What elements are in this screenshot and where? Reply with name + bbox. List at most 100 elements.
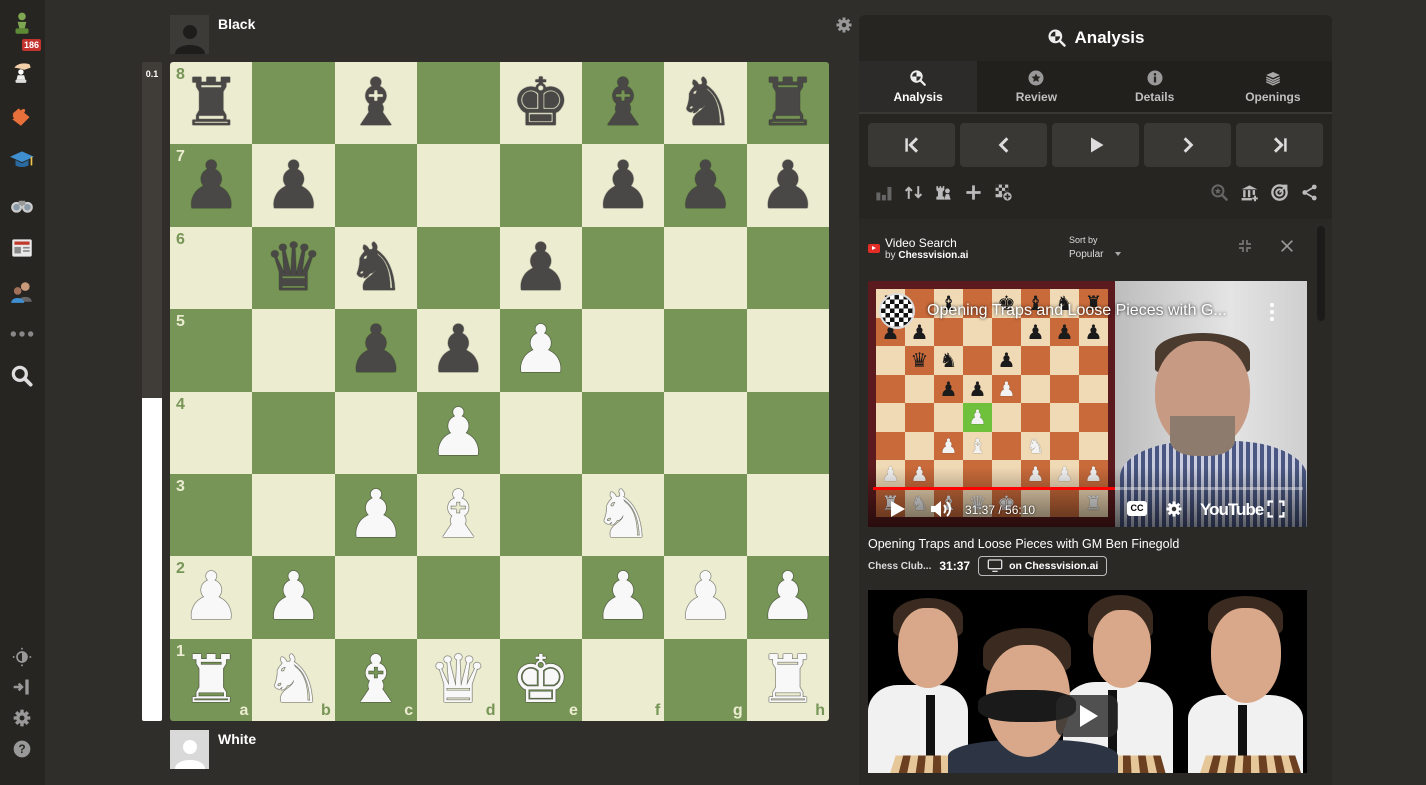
white-bishop[interactable]: ♝ xyxy=(429,482,488,548)
explore-button[interactable] xyxy=(1209,182,1229,202)
white-pawn[interactable]: ♟ xyxy=(676,564,735,630)
player-name-white[interactable]: White xyxy=(218,731,256,747)
open-on-chessvision-button[interactable]: on Chessvision.ai xyxy=(978,556,1108,576)
square-a7[interactable]: 7 ♟ xyxy=(170,144,253,227)
square-f8[interactable]: ♝ xyxy=(581,62,665,145)
black-pawn[interactable]: ♟ xyxy=(758,152,817,219)
minimize-icon[interactable] xyxy=(1237,238,1253,254)
square-b7[interactable]: ♟ xyxy=(252,144,335,227)
flip-board-button[interactable] xyxy=(903,182,923,202)
fullscreen-icon[interactable] xyxy=(1267,500,1285,518)
square-g2[interactable]: ♟ xyxy=(664,556,747,639)
tab-review[interactable]: Review xyxy=(977,61,1096,112)
more-vertical-icon[interactable] xyxy=(1268,302,1276,322)
nav-social[interactable] xyxy=(6,276,38,308)
volume-icon[interactable] xyxy=(930,500,952,518)
white-pawn[interactable]: ♟ xyxy=(511,317,570,383)
black-pawn[interactable]: ♟ xyxy=(182,152,241,219)
video-player[interactable]: ♜♝♚♝♞♜♟♟♟♟♟♛♞♟♟♟♟♟♟♝♞♟♟♟♟♟♜♞♝♛♚♜ Opening… xyxy=(868,281,1307,527)
nav-search[interactable] xyxy=(6,360,38,392)
square-g5[interactable] xyxy=(664,309,747,392)
square-a2[interactable]: 2 ♟ xyxy=(170,556,253,639)
square-d2[interactable] xyxy=(417,556,500,639)
black-pawn[interactable]: ♟ xyxy=(429,317,488,383)
white-pawn[interactable]: ♟ xyxy=(346,482,405,548)
square-h3[interactable] xyxy=(746,473,829,557)
square-e2[interactable] xyxy=(499,556,582,639)
white-pawn[interactable]: ♟ xyxy=(593,564,652,630)
black-knight[interactable]: ♞ xyxy=(346,234,405,301)
last-move-button[interactable] xyxy=(1236,123,1323,167)
square-a4[interactable]: 4 xyxy=(170,391,253,474)
square-c4[interactable] xyxy=(334,391,418,474)
chevron-down-icon[interactable] xyxy=(1115,252,1121,256)
white-knight[interactable]: ♞ xyxy=(593,482,652,548)
play-button[interactable] xyxy=(1052,123,1139,167)
square-b6[interactable]: ♛ xyxy=(252,226,335,310)
square-e1[interactable]: e ♚ xyxy=(499,638,582,721)
square-b3[interactable] xyxy=(252,473,335,557)
white-rook[interactable]: ♜ xyxy=(758,646,817,713)
graph-button[interactable] xyxy=(873,182,893,202)
player-name-black[interactable]: Black xyxy=(218,16,255,32)
share-button[interactable] xyxy=(1299,182,1319,202)
square-h7[interactable]: ♟ xyxy=(746,144,829,227)
white-bishop[interactable]: ♝ xyxy=(346,646,405,713)
square-e5[interactable]: ♟ xyxy=(499,309,582,392)
avatar-white[interactable] xyxy=(170,730,209,769)
square-e6[interactable]: ♟ xyxy=(499,226,582,310)
square-b8[interactable] xyxy=(252,62,335,145)
nav-help[interactable]: ? xyxy=(6,733,38,765)
black-queen[interactable]: ♛ xyxy=(264,234,323,301)
avatar-black[interactable] xyxy=(170,15,209,54)
square-f7[interactable]: ♟ xyxy=(581,144,665,227)
black-pawn[interactable]: ♟ xyxy=(346,317,405,383)
nav-theme[interactable] xyxy=(6,641,38,673)
square-c6[interactable]: ♞ xyxy=(334,226,418,310)
square-e3[interactable] xyxy=(499,473,582,557)
square-g3[interactable] xyxy=(664,473,747,557)
black-king[interactable]: ♚ xyxy=(511,70,570,136)
tab-details[interactable]: Details xyxy=(1095,61,1214,112)
black-pawn[interactable]: ♟ xyxy=(264,152,323,219)
square-e8[interactable]: ♚ xyxy=(499,62,582,145)
square-c1[interactable]: c ♝ xyxy=(334,638,418,721)
white-rook[interactable]: ♜ xyxy=(182,646,241,713)
square-e7[interactable] xyxy=(499,144,582,227)
black-knight[interactable]: ♞ xyxy=(676,70,735,136)
previous-move-button[interactable] xyxy=(960,123,1047,167)
nav-collapse[interactable] xyxy=(6,671,38,703)
board-settings-icon[interactable] xyxy=(835,16,853,34)
nav-watch[interactable] xyxy=(6,188,38,220)
square-c7[interactable] xyxy=(334,144,418,227)
black-pawn[interactable]: ♟ xyxy=(676,152,735,219)
nav-learn[interactable] xyxy=(6,144,38,176)
black-pawn[interactable]: ♟ xyxy=(511,234,570,301)
white-pawn[interactable]: ♟ xyxy=(758,564,817,630)
square-h4[interactable] xyxy=(746,391,829,474)
square-h8[interactable]: ♜ xyxy=(746,62,829,145)
white-pawn[interactable]: ♟ xyxy=(429,399,488,466)
nav-news[interactable] xyxy=(6,232,38,264)
video-overlay-title[interactable]: Opening Traps and Loose Pieces with G... xyxy=(927,302,1227,320)
setup-position-button[interactable] xyxy=(933,182,953,202)
square-g6[interactable] xyxy=(664,226,747,310)
square-d6[interactable] xyxy=(417,226,500,310)
tab-analysis[interactable]: Analysis xyxy=(859,61,978,112)
square-g7[interactable]: ♟ xyxy=(664,144,747,227)
tab-openings[interactable]: Openings xyxy=(1213,61,1332,112)
square-d5[interactable]: ♟ xyxy=(417,309,500,392)
square-g4[interactable] xyxy=(664,391,747,474)
add-button[interactable] xyxy=(963,182,983,202)
black-rook[interactable]: ♜ xyxy=(182,70,241,136)
square-b1[interactable]: b ♞ xyxy=(252,638,335,721)
square-d3[interactable]: ♝ xyxy=(417,473,500,557)
black-bishop[interactable]: ♝ xyxy=(346,70,405,136)
chess-board[interactable]: 8 ♜ ♝ ♚ ♝ ♞ ♜ 7 ♟ ♟ ♟ ♟ ♟ 6 ♛ ♞ ♟ 5 ♟ ♟ ♟ 4 ♟ 3 ♟ ♝ ♞ 2 ♟ ♟ ♟ ♟ ♟ 1 a ♜ b ♞ c ♝… xyxy=(170,62,829,721)
square-h6[interactable] xyxy=(746,226,829,310)
white-knight[interactable]: ♞ xyxy=(264,646,323,713)
square-e4[interactable] xyxy=(499,391,582,474)
square-f6[interactable] xyxy=(581,226,665,310)
square-a8[interactable]: 8 ♜ xyxy=(170,62,253,145)
video-progress-bar[interactable] xyxy=(873,487,1303,490)
